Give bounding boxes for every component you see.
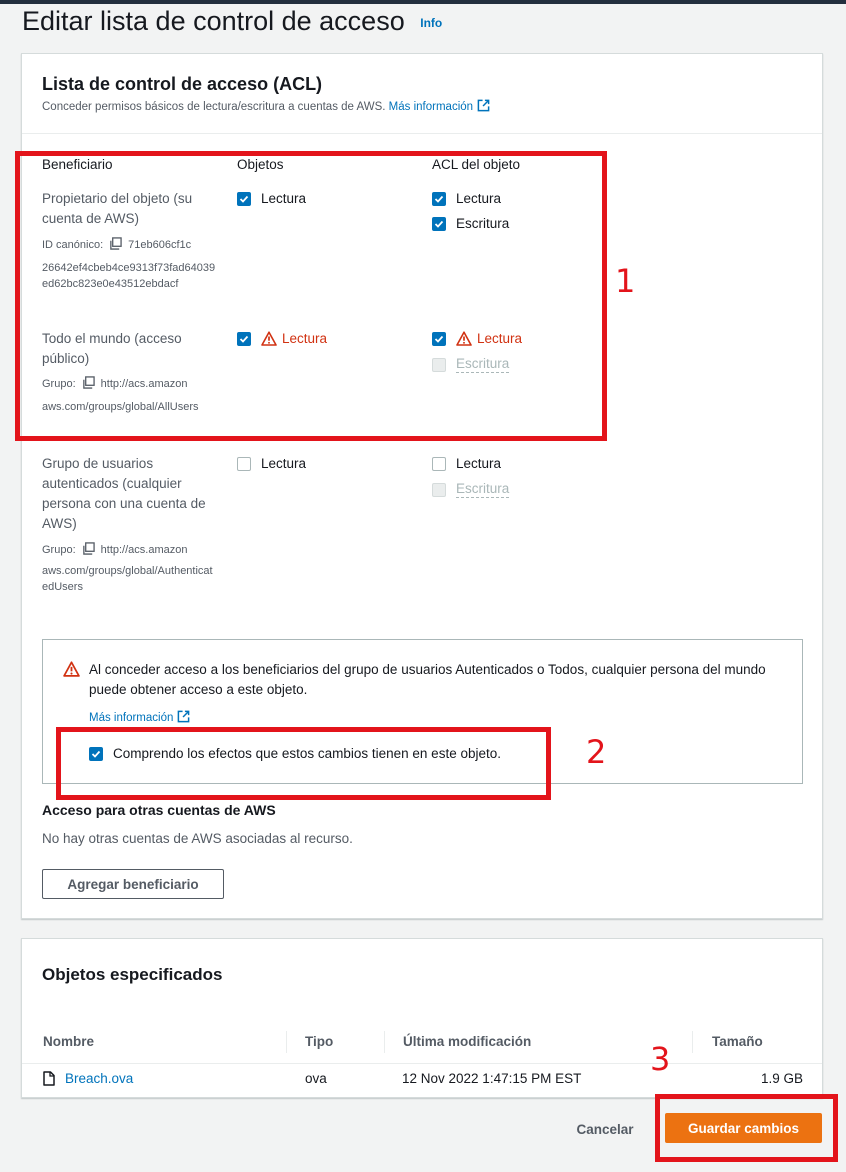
authenticated-acl-write: Escritura: [432, 481, 510, 498]
grantee-authenticated-name: Grupo de usuarios autenticados (cualquie…: [42, 456, 206, 531]
authenticated-acl-write-checkbox: [432, 482, 446, 497]
authenticated-acl-read-label: Lectura: [456, 456, 502, 471]
annotation-number-2: 2: [586, 733, 607, 771]
warning-text: Al conceder acceso a los beneficiarios d…: [89, 662, 766, 697]
copy-icon[interactable]: [82, 542, 95, 555]
other-accounts-empty: No hay otras cuentas de AWS asociadas al…: [42, 831, 353, 846]
column-header-last-modified[interactable]: Última modificación: [403, 1034, 531, 1049]
add-grantee-button[interactable]: Agregar beneficiario: [42, 869, 224, 899]
top-navigation-bar: [0, 0, 846, 4]
objects-panel: Objetos especificados Nombre Tipo Última…: [21, 938, 823, 1098]
acl-more-info-label: Más información: [388, 101, 474, 113]
authenticated-objects-read-checkbox[interactable]: [237, 456, 251, 471]
annotation-number-1: 1: [615, 262, 636, 300]
annotation-number-3: 3: [650, 1040, 671, 1078]
authenticated-acl-read-checkbox[interactable]: [432, 456, 446, 471]
authenticated-objects-read[interactable]: Lectura: [237, 456, 306, 471]
info-link[interactable]: Info: [420, 16, 442, 30]
column-divider: [384, 1031, 385, 1053]
warning-icon: [63, 661, 80, 677]
column-header-size[interactable]: Tamaño: [712, 1034, 763, 1049]
column-divider: [692, 1031, 693, 1053]
group-label: Grupo:: [42, 544, 76, 556]
annotation-box-3: [655, 1094, 838, 1162]
acl-title: Lista de control de acceso (ACL): [42, 74, 323, 94]
acl-more-info-link[interactable]: Más información: [388, 99, 490, 113]
authenticated-group: Grupo: http://acs.amazon: [42, 540, 187, 560]
object-name-cell: Breach.ova: [43, 1071, 133, 1086]
authenticated-acl-write-label: Escritura: [456, 481, 510, 498]
acl-panel-header: Lista de control de acceso (ACL) Concede…: [22, 54, 822, 134]
authenticated-objects-read-label: Lectura: [261, 456, 307, 471]
page-title: Editar lista de control de acceso Info: [22, 6, 442, 37]
group-url-head: http://acs.amazon: [100, 544, 188, 556]
objects-title: Objetos especificados: [42, 965, 223, 984]
object-name-link[interactable]: Breach.ova: [65, 1071, 133, 1086]
file-icon: [43, 1071, 55, 1086]
cancel-button[interactable]: Cancelar: [566, 1115, 644, 1143]
warning-more-info-link[interactable]: Más información: [89, 710, 190, 724]
acl-description: Conceder permisos básicos de lectura/esc…: [42, 99, 490, 113]
external-link-icon: [178, 710, 190, 723]
annotation-box-1: [15, 151, 607, 441]
column-header-name[interactable]: Nombre: [43, 1034, 94, 1049]
other-accounts-title: Acceso para otras cuentas de AWS: [42, 802, 276, 818]
acl-description-text: Conceder permisos básicos de lectura/esc…: [42, 101, 386, 113]
column-header-type[interactable]: Tipo: [305, 1034, 333, 1049]
column-divider: [286, 1031, 287, 1053]
authenticated-acl-read[interactable]: Lectura: [432, 456, 501, 471]
page-title-text: Editar lista de control de acceso: [22, 6, 405, 36]
group-url-continuation: aws.com/groups/global/AuthenticatedUsers: [42, 565, 213, 593]
object-size-cell: 1.9 GB: [761, 1071, 804, 1086]
warning-more-info-label: Más información: [89, 712, 174, 724]
external-link-icon: [477, 99, 490, 112]
object-modified-cell: 12 Nov 2022 1:47:15 PM EST: [402, 1071, 582, 1086]
object-type-cell: ova: [305, 1071, 327, 1086]
annotation-box-2: [56, 727, 551, 800]
table-header-divider: [22, 1063, 822, 1064]
